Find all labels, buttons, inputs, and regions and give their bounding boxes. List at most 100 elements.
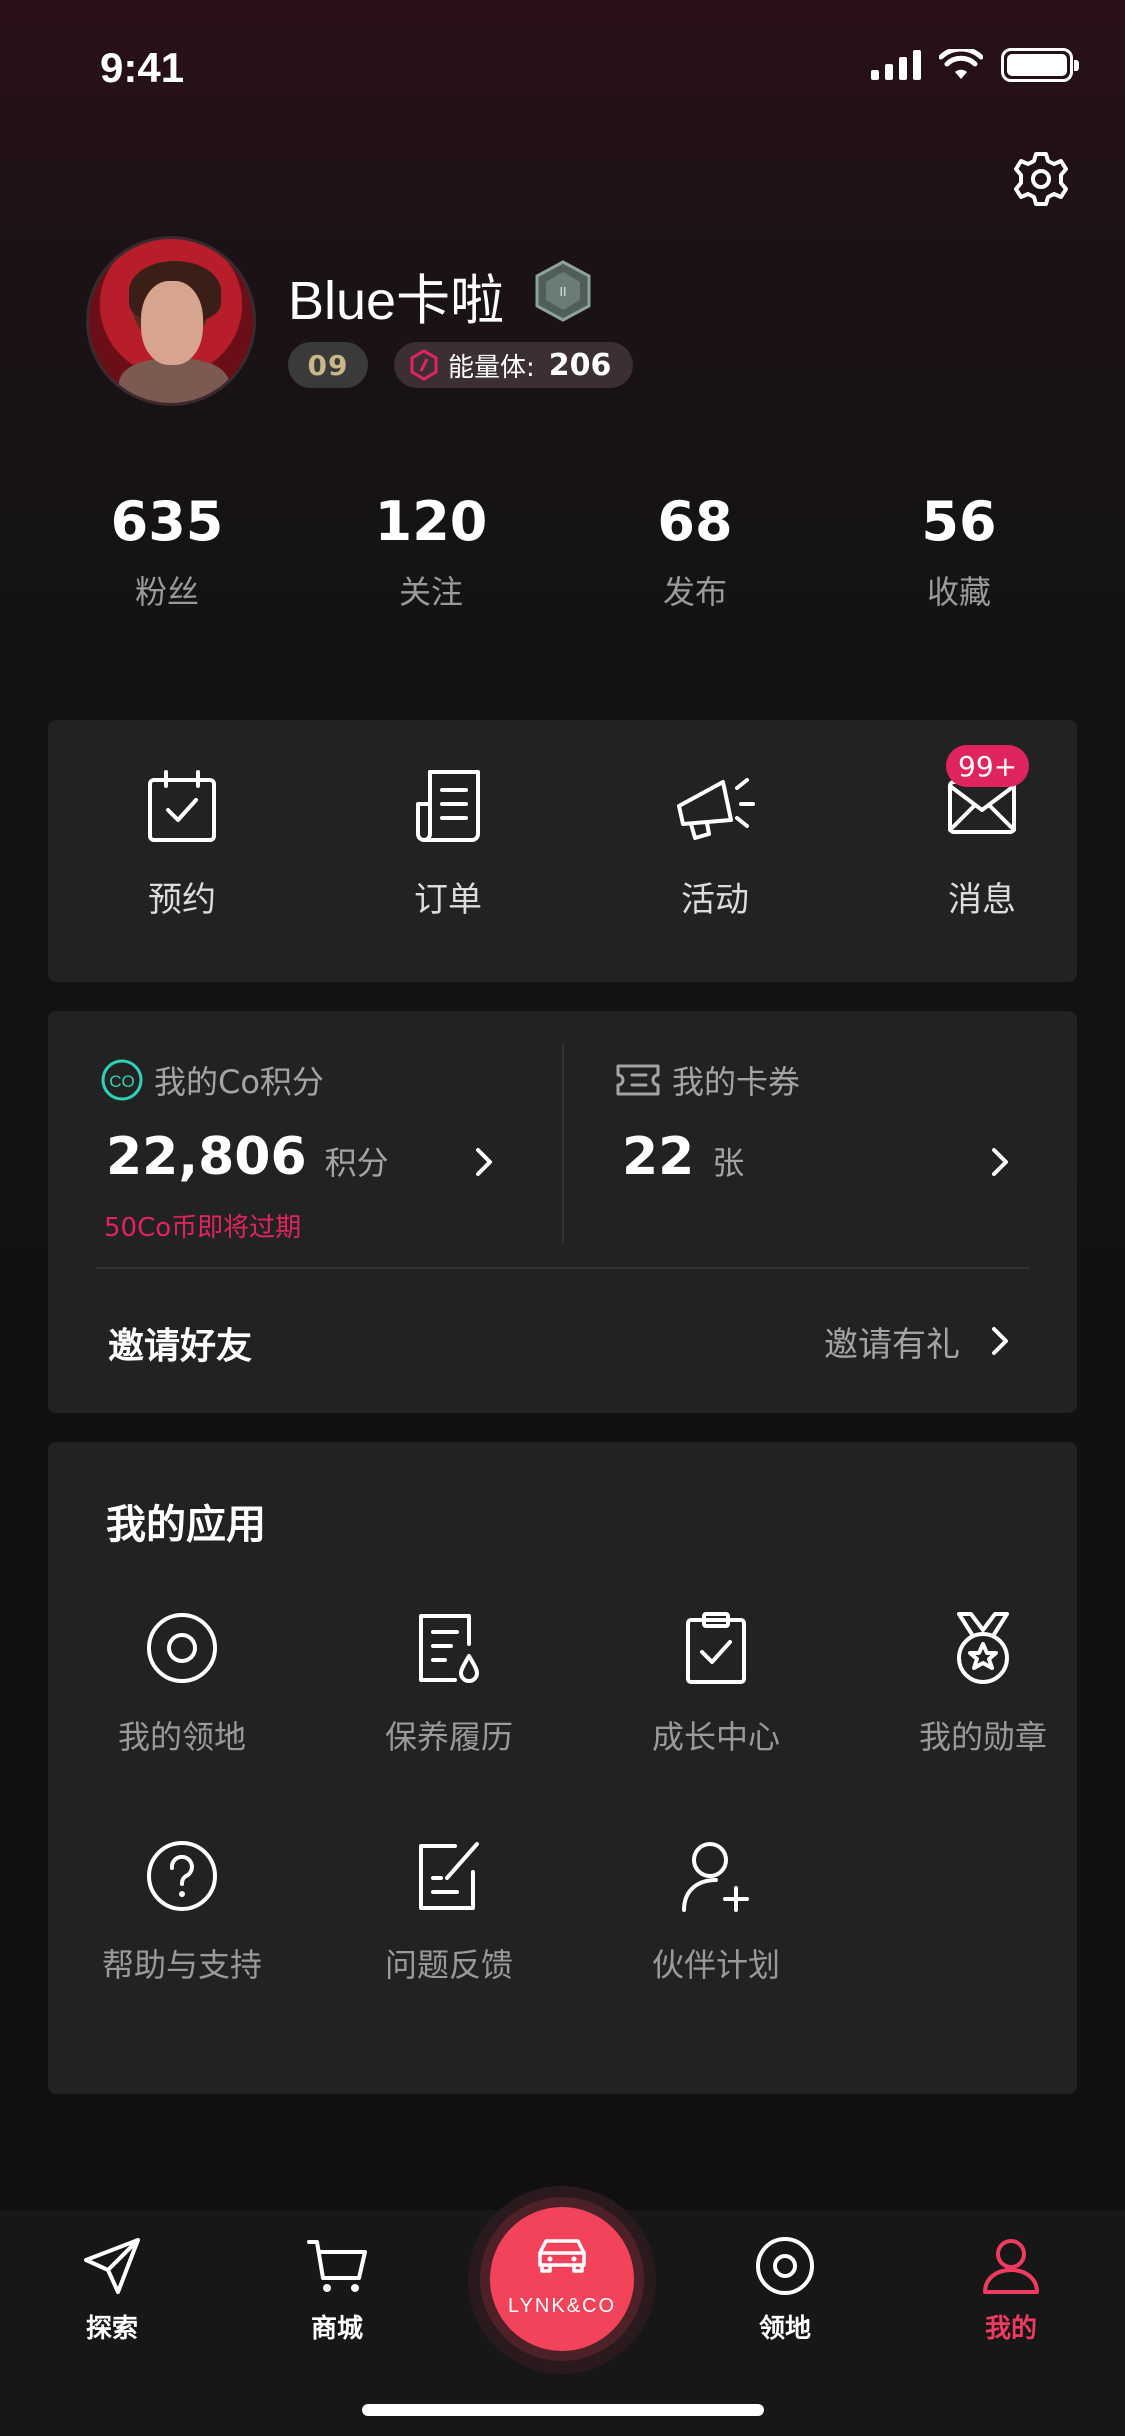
level-badge: 09 — [288, 342, 368, 388]
avatar[interactable] — [86, 236, 256, 406]
apps-title: 我的应用 — [106, 1502, 266, 1548]
stat-value: 635 — [110, 490, 224, 553]
tab-label: 我的 — [984, 2314, 1037, 2344]
app-label: 我的勋章 — [918, 1718, 1047, 1756]
app-my-medals[interactable]: 我的勋章 — [863, 1610, 1103, 1758]
stat-fans[interactable]: 635 粉丝 — [67, 490, 267, 613]
chevron-right-icon[interactable] — [988, 1144, 1012, 1180]
coupon-value: 22 — [622, 1127, 695, 1187]
stat-posts[interactable]: 68 发布 — [595, 490, 795, 613]
message-count-badge: 99+ — [946, 745, 1030, 787]
co-points-header: CO 我的Co积分 — [100, 1057, 324, 1103]
territory-icon — [756, 2237, 814, 2295]
energy-icon — [410, 349, 438, 381]
paper-plane-icon — [84, 2238, 140, 2294]
battery-icon — [1001, 48, 1079, 82]
energy-label: 能量体: — [448, 352, 535, 383]
lynkco-center-button[interactable]: LYNK&CO — [490, 2207, 634, 2351]
app-feedback[interactable]: 问题反馈 — [329, 1838, 569, 1986]
co-points-unit: 积分 — [324, 1144, 389, 1182]
points-card: CO 我的Co积分 22,806 积分 50Co币即将过期 我的卡券 22 张 … — [48, 1011, 1077, 1413]
feedback-edit-icon — [419, 1842, 479, 1910]
coupon-title: 我的卡券 — [672, 1063, 801, 1101]
quick-label: 预约 — [148, 880, 216, 920]
chevron-right-icon[interactable] — [988, 1323, 1012, 1359]
help-question-icon — [147, 1841, 217, 1911]
stat-value: 68 — [657, 490, 733, 553]
app-label: 帮助与支持 — [101, 1946, 262, 1984]
tab-territory[interactable]: 领地 — [715, 2234, 855, 2345]
quick-label: 订单 — [414, 880, 482, 920]
svg-text:CO: CO — [109, 1072, 135, 1091]
brand-wordmark: LYNK&CO — [507, 2295, 617, 2317]
document-list-icon — [416, 770, 480, 842]
stat-label: 关注 — [398, 573, 463, 611]
quick-label: 活动 — [681, 880, 749, 920]
app-label: 保养履历 — [384, 1718, 513, 1756]
energy-pill[interactable]: 能量体: 206 — [394, 342, 634, 388]
quick-events[interactable]: 活动 — [635, 768, 795, 921]
maintenance-record-icon — [419, 1614, 479, 1683]
co-points-value: 22,806 — [106, 1127, 307, 1187]
quick-actions-card: 预约 订单 活动 消息 — [48, 720, 1077, 982]
svg-text:II: II — [559, 285, 566, 299]
tab-mine[interactable]: 我的 — [941, 2234, 1081, 2345]
ticket-icon — [616, 1064, 660, 1096]
divider — [96, 1267, 1029, 1269]
app-growth-center[interactable]: 成长中心 — [596, 1610, 836, 1758]
status-icons — [871, 48, 1079, 82]
status-time: 9:41 — [100, 44, 185, 91]
tab-shop[interactable]: 商城 — [267, 2234, 407, 2345]
megaphone-icon — [677, 778, 755, 840]
shopping-cart-icon — [307, 2240, 367, 2292]
clipboard-check-icon — [686, 1612, 746, 1684]
coupon-unit: 张 — [712, 1144, 745, 1182]
app-my-territory[interactable]: 我的领地 — [62, 1610, 302, 1758]
co-expiry-warning: 50Co币即将过期 — [104, 1213, 302, 1243]
stat-label: 粉丝 — [134, 573, 199, 611]
stat-value: 120 — [374, 490, 488, 553]
status-bar: 9:41 — [0, 0, 1125, 140]
quick-reservation[interactable]: 预约 — [102, 768, 262, 921]
energy-value: 206 — [548, 347, 612, 383]
user-icon — [983, 2239, 1039, 2294]
my-apps-card: 我的应用 我的领地 保养履历 成长中心 我的勋章 帮助与支持 问题反馈 伙伴计划 — [48, 1442, 1077, 2094]
invite-reward-link[interactable]: 邀请有礼 — [824, 1317, 960, 1366]
co-points-title: 我的Co积分 — [154, 1063, 324, 1101]
gear-icon[interactable] — [1012, 150, 1070, 208]
app-label: 问题反馈 — [384, 1946, 513, 1984]
profile-stats: 635 粉丝 120 关注 68 发布 56 收藏 — [0, 490, 1125, 630]
app-label: 成长中心 — [651, 1718, 780, 1756]
stat-favorites[interactable]: 56 收藏 — [859, 490, 1059, 613]
username: Blue卡啦 — [288, 271, 505, 331]
quick-label: 消息 — [948, 880, 1016, 920]
divider — [562, 1043, 564, 1243]
add-partner-icon — [682, 1842, 749, 1912]
app-maintenance-history[interactable]: 保养履历 — [329, 1610, 569, 1758]
tab-label: 探索 — [85, 2314, 138, 2344]
rank-badge-icon[interactable]: II — [534, 260, 592, 322]
coupon-header: 我的卡券 — [614, 1057, 800, 1103]
medal-icon — [957, 1612, 1009, 1684]
app-label: 伙伴计划 — [651, 1946, 780, 1984]
app-help-support[interactable]: 帮助与支持 — [62, 1838, 302, 1986]
quick-orders[interactable]: 订单 — [368, 768, 528, 921]
car-icon — [538, 2239, 586, 2273]
invite-friends-label[interactable]: 邀请好友 — [108, 1317, 252, 1369]
calendar-check-icon — [148, 770, 216, 842]
quick-messages[interactable]: 消息 — [902, 768, 1062, 921]
home-indicator[interactable] — [362, 2404, 764, 2416]
stat-label: 发布 — [662, 573, 727, 611]
app-partner-plan[interactable]: 伙伴计划 — [596, 1838, 836, 1986]
chevron-right-icon[interactable] — [472, 1144, 496, 1180]
co-coin-icon: CO — [101, 1059, 143, 1101]
coupon-row[interactable]: 22 张 — [622, 1127, 744, 1187]
stat-label: 收藏 — [926, 573, 991, 611]
tab-explore[interactable]: 探索 — [42, 2234, 182, 2345]
stat-value: 56 — [921, 490, 997, 553]
tab-label: 商城 — [310, 2314, 363, 2344]
territory-target-icon — [147, 1613, 217, 1683]
stat-following[interactable]: 120 关注 — [331, 490, 531, 613]
cellular-signal-icon — [871, 50, 921, 80]
co-points-row[interactable]: 22,806 积分 — [106, 1127, 389, 1187]
